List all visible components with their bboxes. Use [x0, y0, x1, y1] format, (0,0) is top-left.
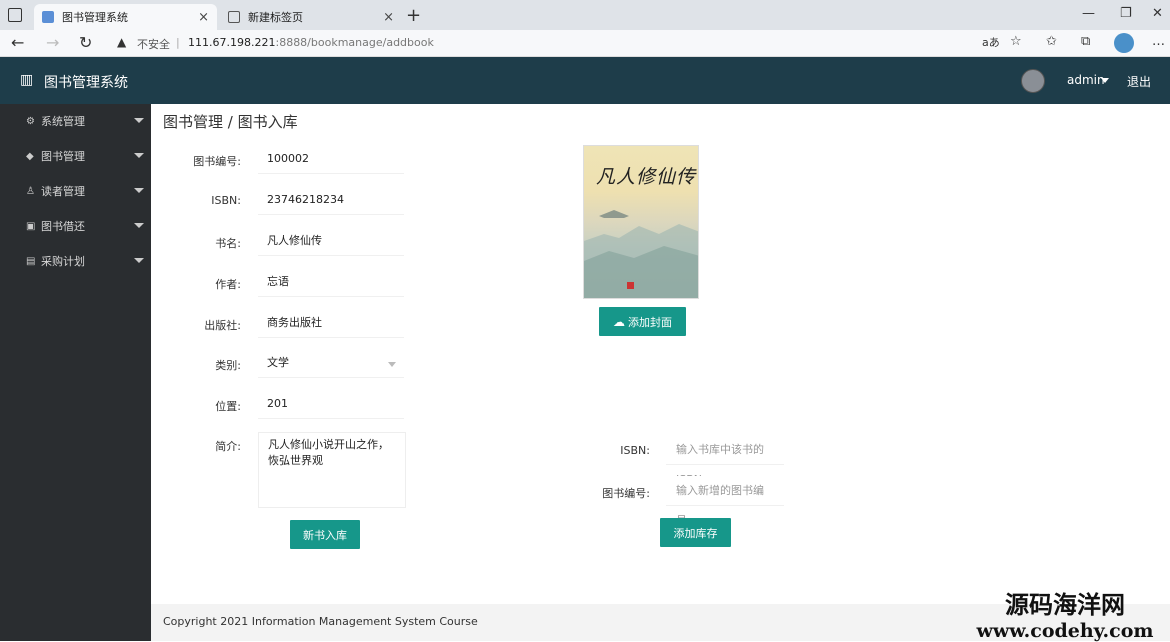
address-bar: ← → ↻ ▲ 不安全 | 111.67.198.221:8888/bookma…: [0, 30, 1170, 57]
sidebar-item-borrow[interactable]: ▣ 图书借还: [0, 209, 151, 243]
book-cover-image: 凡人修仙传: [583, 145, 699, 299]
cloud-upload-icon: ☁: [613, 314, 625, 329]
forward-arrow-icon[interactable]: →: [46, 33, 59, 52]
sidebar-item-label: 图书管理: [41, 150, 85, 163]
location-label: 位置:: [215, 400, 241, 413]
user-menu[interactable]: admin: [1067, 73, 1105, 87]
read-aloud-icon[interactable]: aあ: [982, 34, 1000, 50]
stock-isbn-input[interactable]: 输入书库中该书的ISBN: [666, 435, 784, 486]
sidebar: ⚙ 系统管理 ◆ 图书管理 ♙ 读者管理 ▣ 图书借还 ▤ 采购计划: [0, 104, 151, 641]
url-separator: |: [176, 36, 180, 49]
title-input[interactable]: 凡人修仙传: [258, 226, 404, 256]
app-header: ▥ 图书管理系统 admin 退出: [0, 57, 1170, 104]
stock-book-no-input[interactable]: 输入新增的图书编号: [666, 476, 784, 527]
exchange-icon: ▣: [26, 220, 36, 232]
tab-title: 图书管理系统: [62, 11, 128, 24]
chevron-down-icon: [134, 258, 144, 263]
browser-tab-active[interactable]: 图书管理系统 ×: [34, 4, 217, 30]
more-menu-icon[interactable]: …: [1152, 34, 1165, 49]
isbn-label: ISBN:: [211, 194, 241, 207]
publisher-label: 出版社:: [204, 319, 241, 332]
close-window-button[interactable]: ✕: [1152, 6, 1163, 21]
user-icon: ♙: [26, 185, 35, 197]
chevron-down-icon: [134, 223, 144, 228]
title-label: 书名:: [215, 237, 241, 250]
author-label: 作者:: [215, 278, 241, 291]
add-stock-button[interactable]: 添加库存: [660, 518, 731, 547]
close-tab-icon[interactable]: ×: [198, 10, 209, 25]
chevron-down-icon: [134, 118, 144, 123]
book-no-label: 图书编号:: [193, 155, 241, 168]
stock-book-no-label: 图书编号:: [602, 487, 650, 500]
sidebar-item-label: 图书借还: [41, 220, 85, 233]
chevron-down-icon: [134, 153, 144, 158]
book-no-input[interactable]: 100002: [258, 144, 404, 174]
isbn-input[interactable]: 23746218234: [258, 185, 404, 215]
security-status[interactable]: 不安全: [137, 36, 170, 52]
user-avatar[interactable]: [1021, 69, 1045, 93]
collections-icon[interactable]: ⧉: [1081, 34, 1090, 49]
chevron-down-icon[interactable]: [1101, 78, 1109, 83]
watermark-line2: www.codehy.com: [976, 620, 1154, 642]
browser-tab-bar: 图书管理系统 × 新建标签页 × + — ❐ ✕: [0, 0, 1170, 30]
library-icon: ▥: [20, 72, 34, 88]
copyright-text: Copyright 2021 Information Management Sy…: [163, 615, 478, 628]
app-title: 图书管理系统: [44, 75, 128, 91]
browser-tab-new[interactable]: 新建标签页 ×: [220, 4, 402, 30]
url-field[interactable]: 111.67.198.221:8888/bookmanage/addbook: [188, 36, 434, 49]
sidebar-item-purchase[interactable]: ▤ 采购计划: [0, 244, 151, 278]
add-new-book-button[interactable]: 新书入库: [290, 520, 360, 549]
maximize-button[interactable]: ❐: [1120, 6, 1132, 21]
book-icon: ◆: [26, 150, 34, 162]
favorite-add-icon[interactable]: ☆: [1010, 34, 1022, 49]
watermark: 源码海洋网 www.codehy.com: [960, 585, 1170, 642]
url-path: :8888/bookmanage/addbook: [275, 36, 434, 49]
add-cover-label: 添加封面: [628, 315, 672, 329]
sidebar-item-readers[interactable]: ♙ 读者管理: [0, 174, 151, 208]
url-host: 111.67.198.221: [188, 36, 276, 49]
refresh-icon[interactable]: ↻: [79, 33, 92, 52]
cover-seal: [627, 282, 634, 289]
category-select[interactable]: 文学: [258, 348, 404, 378]
chevron-down-icon[interactable]: [388, 362, 396, 367]
profile-avatar[interactable]: [1114, 33, 1134, 53]
back-arrow-icon[interactable]: ←: [11, 33, 24, 52]
sidebar-item-label: 读者管理: [41, 185, 85, 198]
minimize-button[interactable]: —: [1082, 6, 1095, 21]
newtab-favicon-icon: [228, 11, 240, 23]
warning-icon[interactable]: ▲: [117, 35, 126, 49]
tab-actions-icon[interactable]: [8, 8, 22, 22]
intro-label: 简介:: [215, 440, 241, 453]
new-tab-button[interactable]: +: [406, 5, 421, 26]
cover-scenery: [584, 210, 698, 298]
book-favicon-icon: [42, 11, 54, 23]
clipboard-icon: ▤: [26, 255, 36, 267]
favorites-icon[interactable]: ✩: [1046, 34, 1057, 49]
location-input[interactable]: 201: [258, 389, 404, 419]
sidebar-item-label: 系统管理: [41, 115, 85, 128]
close-tab-icon[interactable]: ×: [383, 10, 394, 25]
logout-link[interactable]: 退出: [1127, 73, 1151, 90]
add-cover-button[interactable]: ☁ 添加封面: [599, 307, 686, 336]
sidebar-item-system[interactable]: ⚙ 系统管理: [0, 104, 151, 138]
intro-textarea[interactable]: 凡人修仙小说开山之作，恢弘世界观: [258, 432, 406, 508]
sidebar-item-books[interactable]: ◆ 图书管理: [0, 139, 151, 173]
sidebar-item-label: 采购计划: [41, 255, 85, 268]
tab-title: 新建标签页: [248, 11, 303, 24]
breadcrumb: 图书管理 / 图书入库: [163, 113, 298, 131]
watermark-line1: 源码海洋网: [1005, 590, 1125, 619]
publisher-input[interactable]: 商务出版社: [258, 308, 404, 338]
author-input[interactable]: 忘语: [258, 267, 404, 297]
gear-icon: ⚙: [26, 115, 35, 127]
stock-isbn-label: ISBN:: [620, 444, 650, 457]
chevron-down-icon: [134, 188, 144, 193]
category-label: 类别:: [215, 359, 241, 372]
